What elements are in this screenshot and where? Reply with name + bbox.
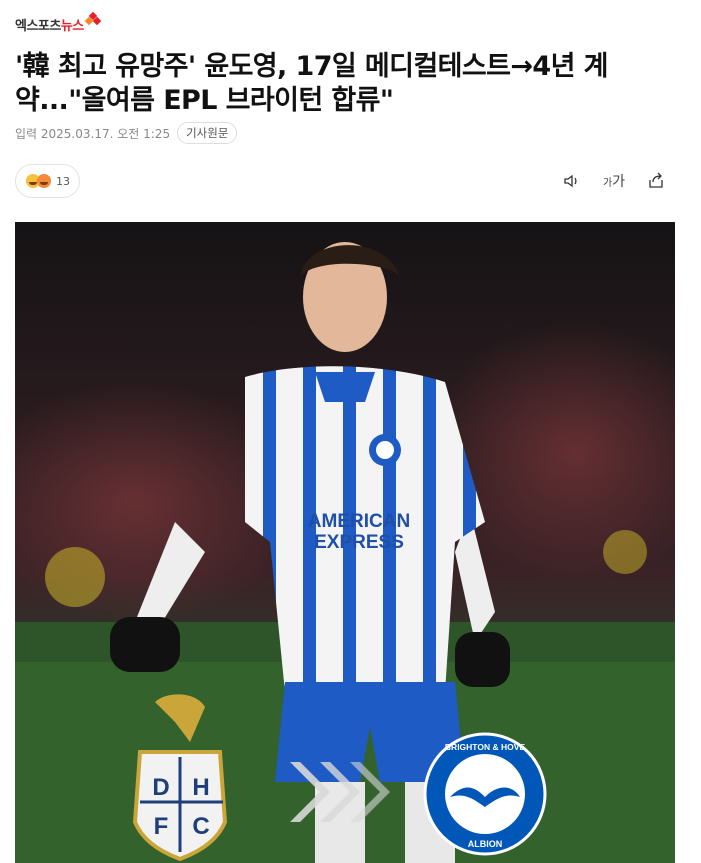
- crest-letter-d: D: [152, 774, 169, 801]
- crest-letter-f: F: [154, 813, 169, 840]
- jersey-sponsor-line2: EXPRESS: [314, 532, 404, 553]
- publisher-logo-mark: [84, 11, 102, 27]
- share-icon[interactable]: [646, 171, 666, 191]
- reaction-count: 13: [56, 174, 70, 188]
- love-emoji-icon: [37, 174, 51, 188]
- publish-date: 입력 2025.03.17. 오전 1:25: [15, 126, 171, 141]
- font-size-small-label: 가: [602, 177, 613, 189]
- publisher-logo-text: 엑스포츠뉴스: [15, 18, 84, 34]
- brighton-crest: BRIGHTON & HOVE ALBION: [423, 732, 547, 856]
- article-photo: AMERICAN EXPRESS D H F C BRIGHTON & HOVE…: [15, 222, 675, 863]
- reaction-button[interactable]: 13: [15, 164, 80, 198]
- crest-letter-h: H: [192, 774, 209, 801]
- jersey-sponsor-line1: AMERICAN: [308, 511, 410, 532]
- crest-top-text: BRIGHTON & HOVE: [445, 742, 525, 752]
- font-size-button[interactable]: 가가: [602, 171, 626, 191]
- crest-bottom-text: ALBION: [468, 839, 503, 849]
- font-size-big-label: 가: [612, 174, 626, 190]
- article-meta: 입력 2025.03.17. 오전 1:25 기사원문: [15, 122, 238, 144]
- article-toolbar: 가가: [562, 171, 666, 191]
- speaker-icon[interactable]: [562, 171, 582, 191]
- original-article-button[interactable]: 기사원문: [177, 122, 238, 144]
- article-headline: '韓 최고 유망주' 윤도영, 17일 메디컬테스트→4년 계약..."올여름 …: [15, 51, 608, 116]
- publisher-logo[interactable]: 엑스포츠뉴스: [15, 11, 102, 36]
- crest-letter-c: C: [192, 813, 209, 840]
